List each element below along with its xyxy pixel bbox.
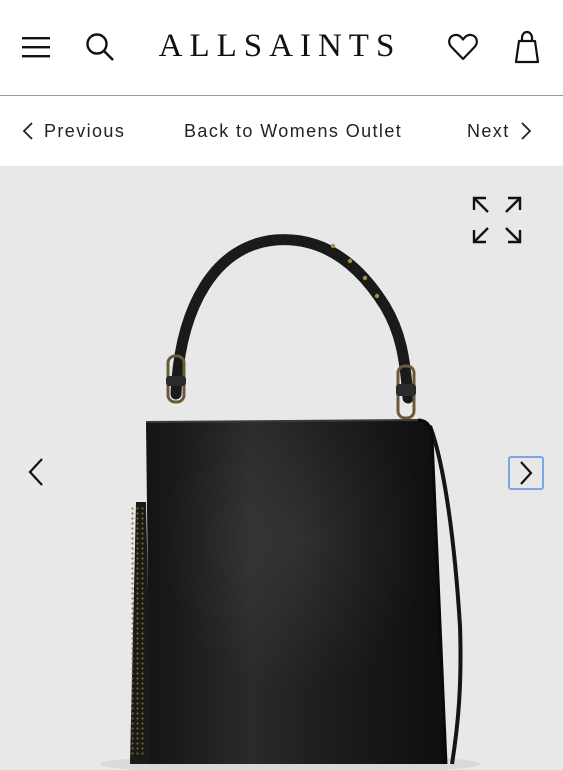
chevron-right-icon <box>520 461 533 485</box>
next-image-button[interactable] <box>508 456 544 490</box>
expand-icon <box>472 196 522 244</box>
next-link[interactable]: Next <box>467 96 532 166</box>
shopping-bag-icon <box>514 30 540 64</box>
menu-button[interactable] <box>18 30 54 64</box>
back-label: Back to Womens Outlet <box>184 120 403 141</box>
expand-image-button[interactable] <box>468 192 526 248</box>
chevron-right-icon <box>520 122 531 140</box>
bag-button[interactable] <box>510 28 544 66</box>
wishlist-button[interactable] <box>444 30 482 64</box>
menu-icon <box>22 37 50 58</box>
chevron-left-icon <box>22 122 33 140</box>
site-header: ALLSAINTS <box>0 0 563 96</box>
search-button[interactable] <box>82 30 118 64</box>
search-icon <box>86 33 114 61</box>
chevron-left-icon <box>28 458 43 486</box>
product-image <box>100 234 480 770</box>
product-nav-bar: Previous Back to Womens Outlet Next <box>0 96 563 166</box>
heart-icon <box>448 33 478 61</box>
back-to-category-link[interactable]: Back to Womens Outlet <box>184 96 402 166</box>
previous-image-button[interactable] <box>18 450 54 494</box>
previous-link[interactable]: Previous <box>22 96 125 166</box>
next-label: Next <box>467 120 510 141</box>
logo[interactable]: ALLSAINTS <box>150 26 410 66</box>
product-image-gallery[interactable] <box>0 166 563 770</box>
previous-label: Previous <box>44 120 126 141</box>
